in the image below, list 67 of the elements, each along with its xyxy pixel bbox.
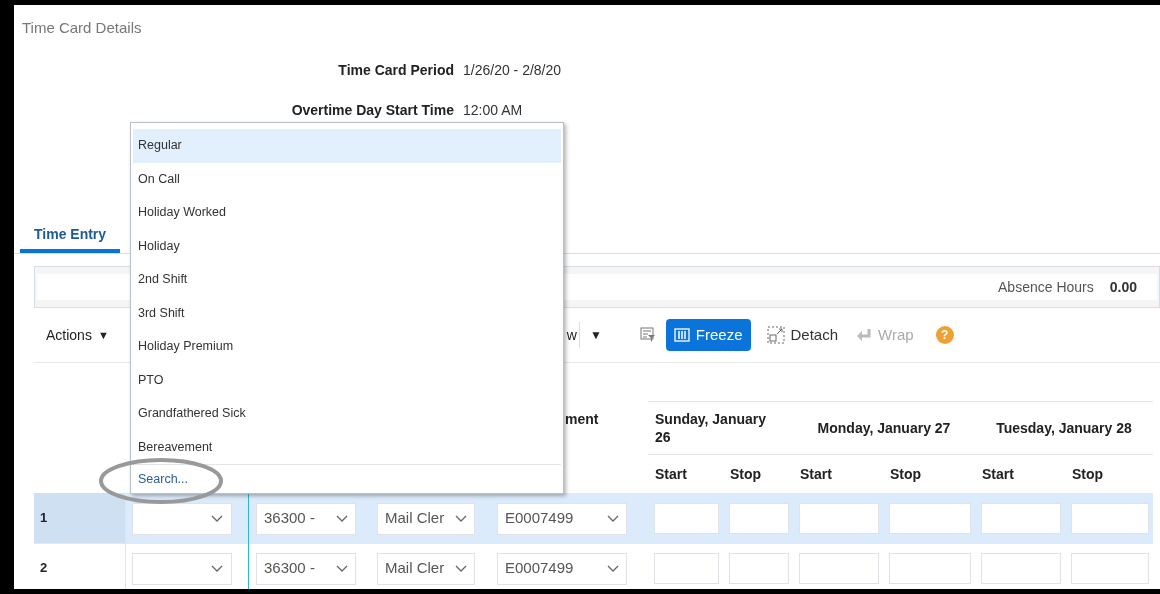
chevron-down-icon — [607, 514, 619, 523]
time-field[interactable] — [1071, 553, 1149, 584]
row-header[interactable]: 1 — [34, 493, 125, 544]
time-field[interactable] — [729, 503, 789, 534]
time-field[interactable] — [654, 553, 719, 584]
dropdown-item[interactable]: Holiday Worked — [133, 196, 561, 230]
time-field[interactable] — [981, 503, 1061, 534]
summary-label: Absence Hours — [998, 277, 1094, 297]
tab[interactable]: Time Entry — [20, 219, 121, 253]
summary-value: 0.00 — [1109, 277, 1137, 297]
column-header: Start — [655, 464, 687, 484]
select-field[interactable]: 36300 - — [256, 552, 356, 585]
field-value: 12:00 AM — [463, 100, 523, 120]
column-header: ment — [565, 410, 599, 429]
column-header: Stop — [730, 464, 762, 484]
select-field[interactable]: Mail Cler — [377, 552, 475, 585]
day-header: Tuesday, January 28 — [996, 419, 1132, 437]
time-field[interactable] — [1071, 503, 1149, 534]
caret-icon: ▼ — [97, 326, 109, 344]
toolbar-button[interactable]: Freeze — [665, 319, 751, 351]
chevron-down-icon — [455, 514, 467, 523]
field-value: 1/26/20 - 2/8/20 — [463, 60, 562, 80]
page-title: Time Card Details — [22, 18, 142, 38]
dropdown-item[interactable]: Grandfathered Sick — [133, 397, 561, 431]
chevron-down-icon — [455, 564, 467, 573]
view-menu[interactable]: w — [566, 324, 577, 346]
time-field[interactable] — [889, 503, 971, 534]
search-link[interactable]: Search... — [138, 469, 189, 489]
chevron-down-icon — [607, 564, 619, 573]
dropdown-item[interactable]: Holiday Premium — [133, 330, 561, 364]
time-field[interactable] — [729, 553, 789, 584]
day-header: Monday, January 27 — [817, 419, 951, 437]
time-field[interactable] — [799, 503, 879, 534]
dropdown-item[interactable]: PTO — [133, 363, 561, 397]
chevron-down-icon — [211, 564, 223, 573]
select-field[interactable] — [132, 552, 232, 585]
select-field[interactable]: E0007499 — [497, 502, 627, 535]
chevron-down-icon — [336, 514, 348, 523]
time-field[interactable] — [799, 553, 879, 584]
dropdown-item[interactable]: 3rd Shift — [133, 296, 561, 330]
select-field[interactable]: Mail Cler — [377, 502, 475, 535]
time-field[interactable] — [889, 553, 971, 584]
dropdown-item[interactable]: On Call — [133, 162, 561, 196]
columns-icon — [673, 327, 690, 343]
time-field[interactable] — [981, 553, 1061, 584]
select-field[interactable] — [132, 502, 232, 535]
field-label: Overtime Day Start Time — [290, 100, 454, 120]
column-header: Stop — [1072, 464, 1104, 484]
dropdown-item[interactable]: Holiday — [133, 229, 561, 263]
dropdown-item[interactable]: Regular — [133, 129, 561, 163]
column-header: Start — [982, 464, 1014, 484]
filter-icon[interactable] — [639, 327, 656, 343]
column-header: Start — [800, 464, 832, 484]
time-field[interactable] — [654, 503, 719, 534]
actions-menu[interactable]: Actions ▼ — [46, 324, 109, 346]
detach-icon — [766, 326, 785, 344]
day-header: Sunday, January 26 — [655, 410, 767, 446]
chevron-down-icon — [336, 564, 348, 573]
field-label: Time Card Period — [337, 60, 454, 80]
return-arrow-icon — [856, 328, 873, 342]
dropdown-item[interactable]: 2nd Shift — [133, 263, 561, 297]
chevron-down-icon — [211, 514, 223, 523]
dropdown-item[interactable]: Bereavement — [133, 430, 561, 464]
select-field[interactable]: E0007499 — [497, 552, 627, 585]
select-field[interactable]: 36300 - — [256, 502, 356, 535]
column-header: Stop — [890, 464, 922, 484]
toolbar-button[interactable]: Detach — [764, 319, 841, 351]
